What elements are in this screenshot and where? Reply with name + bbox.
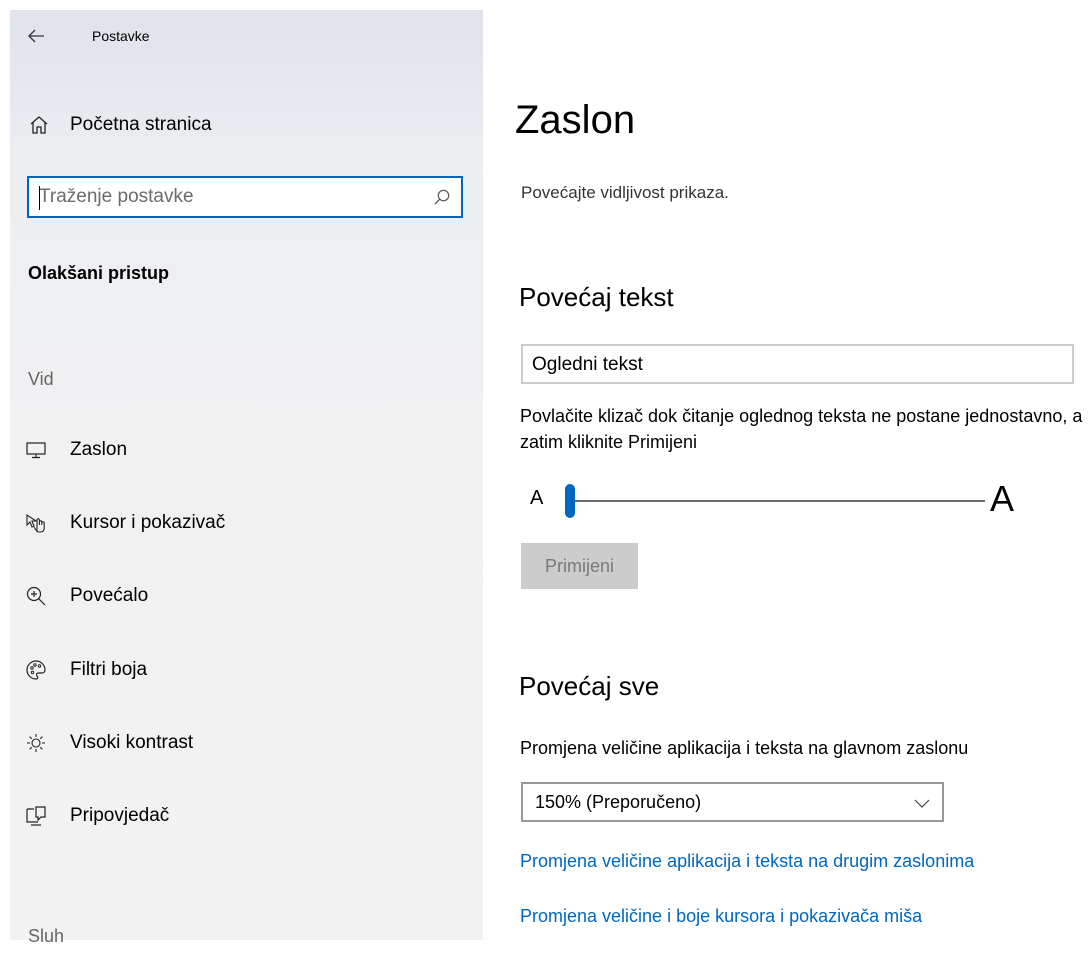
section-heading: Olakšani pristup <box>28 263 170 283</box>
app-title: Postavke <box>92 28 150 44</box>
link-cursor-size[interactable]: Promjena veličine i boje kursora i pokaz… <box>520 906 922 927</box>
sidebar-item-label: Zaslon <box>70 439 128 460</box>
group-label-vision: Vid <box>28 369 54 389</box>
monitor-icon <box>24 438 48 462</box>
slider-track[interactable] <box>568 500 985 502</box>
sidebar-item-high-contrast[interactable]: Visoki kontrast <box>24 727 193 759</box>
text-size-heading: Povećaj tekst <box>519 282 674 312</box>
slider-max-label: A <box>990 478 1015 519</box>
sidebar: Postavke Početna stranica Olakšani prist… <box>10 10 483 946</box>
cursor-icon <box>24 511 48 535</box>
sample-text: Ogledni tekst <box>532 354 643 375</box>
sidebar-item-label: Visoki kontrast <box>70 732 194 753</box>
link-other-displays[interactable]: Promjena veličine aplikacija i teksta na… <box>520 851 974 872</box>
sidebar-item-cursor[interactable]: Kursor i pokazivač <box>24 507 225 539</box>
text-size-description: Povlačite klizač dok čitanje oglednog te… <box>520 406 1083 452</box>
sidebar-item-narrator[interactable]: Pripovjedač <box>24 800 169 832</box>
chevron-down-icon <box>914 796 930 808</box>
sample-text-box: Ogledni tekst <box>521 344 1074 384</box>
title-bar: Postavke <box>10 10 483 62</box>
narrator-icon <box>24 804 48 828</box>
back-button[interactable] <box>24 24 48 48</box>
home-label: Početna stranica <box>70 114 212 135</box>
scale-heading: Povećaj sve <box>519 671 660 701</box>
scale-dropdown[interactable]: 150% (Preporučeno) <box>521 782 944 822</box>
sidebar-item-display[interactable]: Zaslon <box>24 434 127 466</box>
sidebar-item-color-filters[interactable]: Filtri boja <box>24 654 147 686</box>
apply-button[interactable]: Primijeni <box>521 543 638 589</box>
slider-min-label: A <box>530 487 544 509</box>
sidebar-item-label: Povećalo <box>70 585 149 606</box>
scale-selected-value: 150% (Preporučeno) <box>535 792 702 812</box>
back-arrow-icon <box>28 29 44 43</box>
home-icon <box>28 114 50 136</box>
search-input[interactable] <box>39 184 409 210</box>
slider-thumb[interactable] <box>565 484 575 518</box>
palette-icon <box>24 658 48 682</box>
magnifier-icon <box>24 584 48 608</box>
text-caret <box>39 186 40 210</box>
scale-label: Promjena veličine aplikacija i teksta na… <box>520 738 969 758</box>
search-box[interactable] <box>27 176 463 218</box>
page-title: Zaslon <box>515 98 636 142</box>
group-label-hearing: Sluh <box>28 926 65 946</box>
text-size-slider[interactable]: A A <box>530 478 1070 524</box>
sidebar-item-label: Filtri boja <box>70 659 148 680</box>
search-icon[interactable] <box>433 188 451 206</box>
brightness-icon <box>24 731 48 755</box>
page-subtitle: Povećajte vidljivost prikaza. <box>521 183 729 202</box>
sidebar-item-magnifier[interactable]: Povećalo <box>24 580 148 612</box>
sidebar-item-label: Pripovjedač <box>70 805 170 826</box>
home-link[interactable]: Početna stranica <box>28 110 212 140</box>
sidebar-item-label: Kursor i pokazivač <box>70 512 226 533</box>
